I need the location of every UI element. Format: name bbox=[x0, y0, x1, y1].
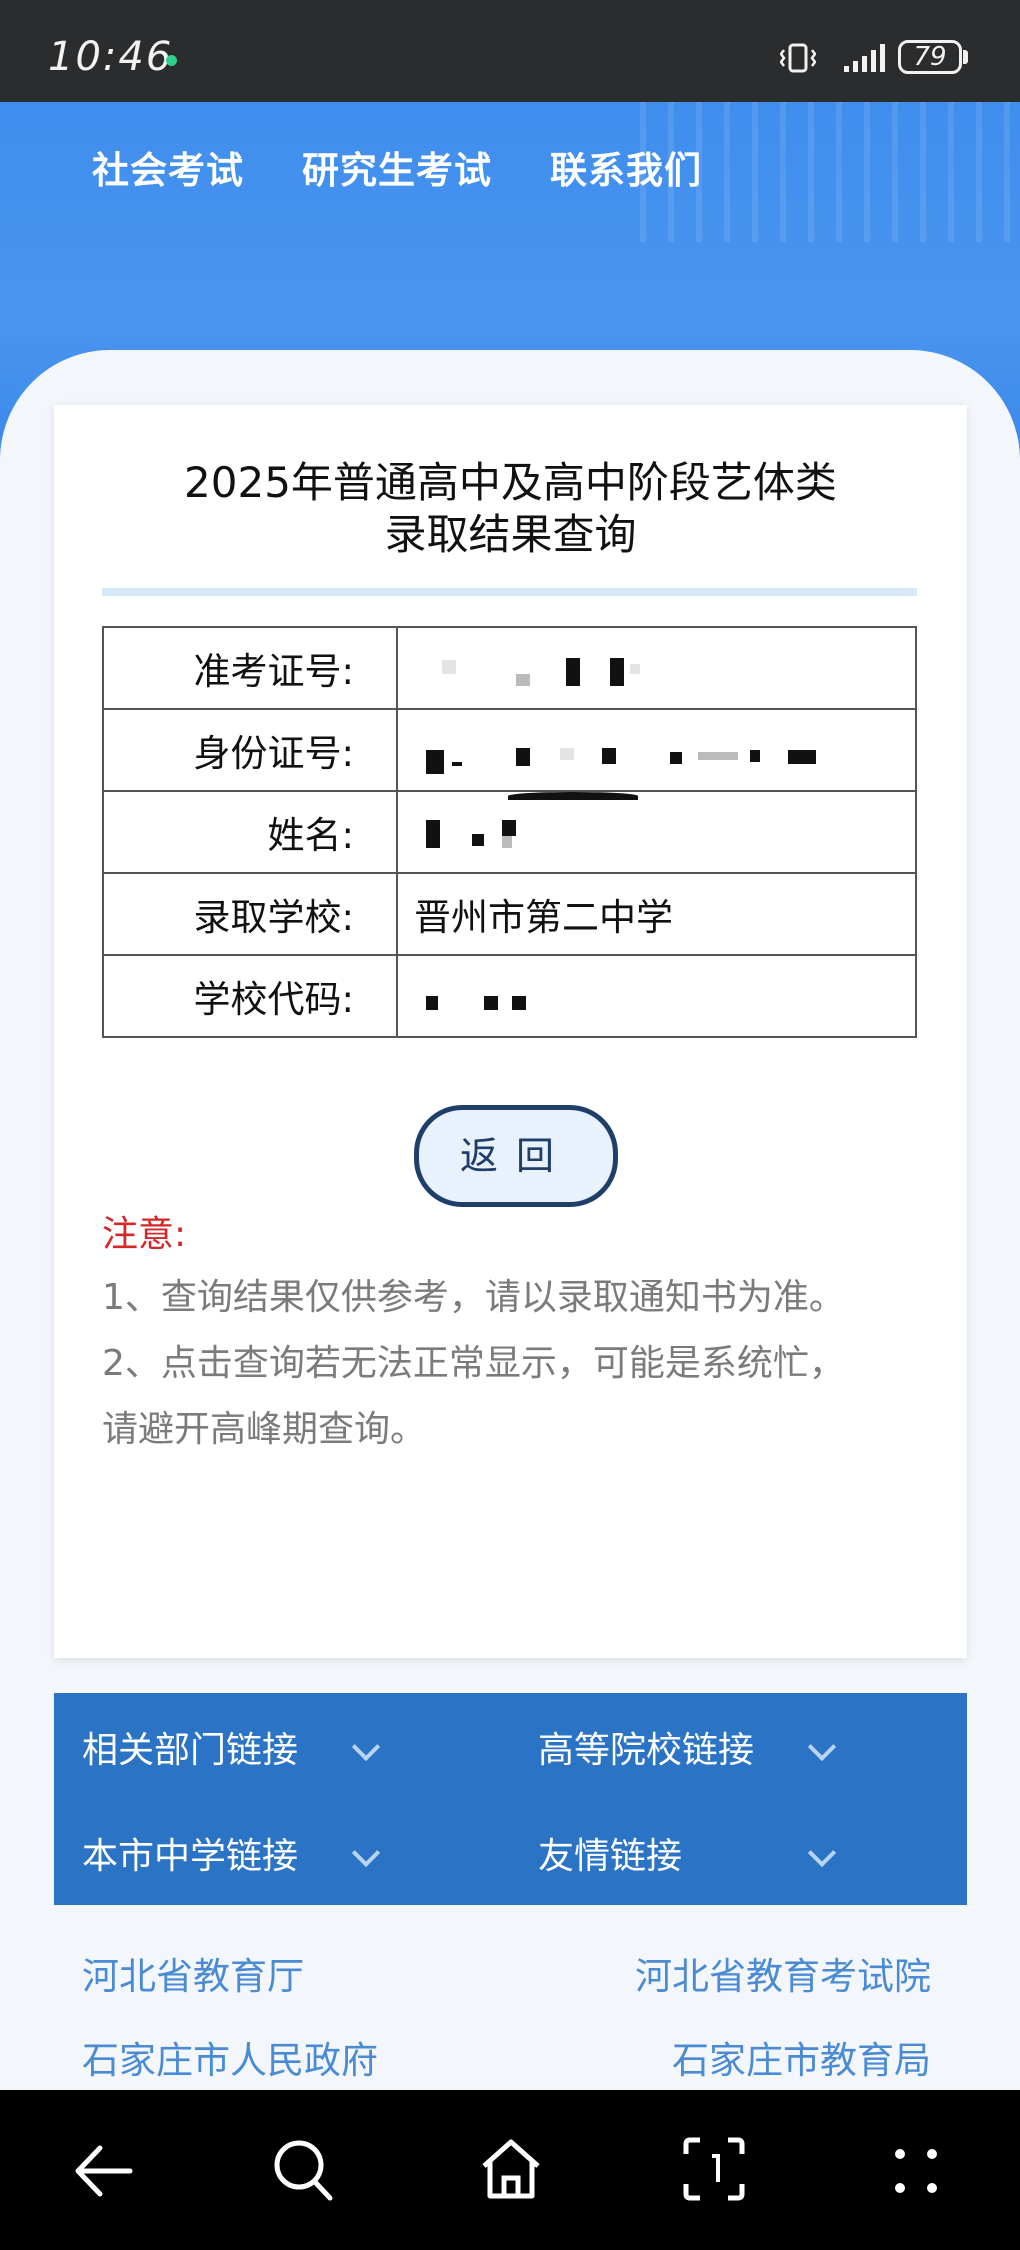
school-code-value bbox=[396, 954, 917, 1038]
screenshot-icon[interactable] bbox=[682, 2136, 746, 2202]
ticket-number-label: 准考证号: bbox=[102, 626, 398, 710]
school-code-label: 学校代码: bbox=[102, 954, 398, 1038]
result-table: 准考证号: 身份证号: 姓名: 录取学校: 晋州市第二中学 学校代码: bbox=[102, 626, 917, 1038]
notice-text: 1、查询结果仅供参考，请以录取通知书为准。 2、点击查询若无法正常显示，可能是系… bbox=[102, 1277, 845, 1450]
nav-item-contact-us[interactable]: 联系我们 bbox=[550, 140, 702, 194]
nav-item-social-exam[interactable]: 社会考试 bbox=[92, 140, 244, 194]
battery-icon: 79 bbox=[898, 40, 962, 74]
chevron-down-icon[interactable] bbox=[807, 1732, 837, 1762]
signal-icon bbox=[844, 44, 885, 72]
footer-link-hebei-education-dept[interactable]: 河北省教育厅 bbox=[82, 1946, 304, 2000]
search-icon[interactable] bbox=[272, 2138, 334, 2204]
system-nav-bar bbox=[0, 2090, 1020, 2250]
title-divider bbox=[102, 588, 917, 596]
vibrate-icon bbox=[780, 43, 816, 73]
notification-dot-icon bbox=[166, 55, 177, 66]
id-number-value bbox=[396, 708, 917, 792]
battery-tip bbox=[963, 50, 968, 64]
table-row: 学校代码: bbox=[102, 954, 917, 1038]
chevron-down-icon[interactable] bbox=[351, 1838, 381, 1868]
table-row: 姓名: bbox=[102, 790, 917, 874]
more-apps-icon[interactable] bbox=[892, 2146, 940, 2196]
footer-link-hebei-exam-authority[interactable]: 河北省教育考试院 bbox=[635, 1946, 931, 2000]
footer-link-shijiazhuang-government[interactable]: 石家庄市人民政府 bbox=[82, 2030, 378, 2084]
links-panel: 相关部门链接 高等院校链接 本市中学链接 友情链接 bbox=[54, 1693, 967, 1905]
city-middle-schools-dropdown[interactable]: 本市中学链接 bbox=[82, 1827, 298, 1879]
status-bar: 10:46 79 bbox=[0, 0, 1020, 102]
result-card: 2025年普通高中及高中阶段艺体类 录取结果查询 准考证号: 身份证号: 姓名:… bbox=[54, 405, 967, 1658]
table-row: 录取学校: 晋州市第二中学 bbox=[102, 872, 917, 956]
home-icon[interactable] bbox=[478, 2136, 544, 2202]
admitted-school-value: 晋州市第二中学 bbox=[396, 872, 917, 956]
nav-item-graduate-exam[interactable]: 研究生考试 bbox=[302, 140, 492, 194]
back-arrow-icon[interactable] bbox=[72, 2140, 134, 2202]
id-number-label: 身份证号: bbox=[102, 708, 398, 792]
ticket-number-value bbox=[396, 626, 917, 710]
table-row: 身份证号: bbox=[102, 708, 917, 792]
battery-level: 79 bbox=[913, 42, 947, 72]
chevron-down-icon[interactable] bbox=[351, 1732, 381, 1762]
table-row: 准考证号: bbox=[102, 626, 917, 710]
top-nav: 社会考试 研究生考试 联系我们 bbox=[92, 140, 702, 194]
name-label: 姓名: bbox=[102, 790, 398, 874]
chevron-down-icon[interactable] bbox=[807, 1838, 837, 1868]
universities-dropdown[interactable]: 高等院校链接 bbox=[538, 1721, 754, 1773]
related-departments-dropdown[interactable]: 相关部门链接 bbox=[82, 1721, 298, 1773]
admitted-school-label: 录取学校: bbox=[102, 872, 398, 956]
name-value bbox=[396, 790, 917, 874]
status-time: 10:46 bbox=[48, 34, 174, 80]
page-title: 2025年普通高中及高中阶段艺体类 录取结果查询 bbox=[184, 458, 837, 559]
friendly-links-dropdown[interactable]: 友情链接 bbox=[538, 1827, 682, 1879]
footer-link-shijiazhuang-education-bureau[interactable]: 石家庄市教育局 bbox=[672, 2030, 931, 2084]
notice-title: 注意: bbox=[102, 1214, 187, 1255]
back-button[interactable]: 返回 bbox=[414, 1105, 618, 1207]
